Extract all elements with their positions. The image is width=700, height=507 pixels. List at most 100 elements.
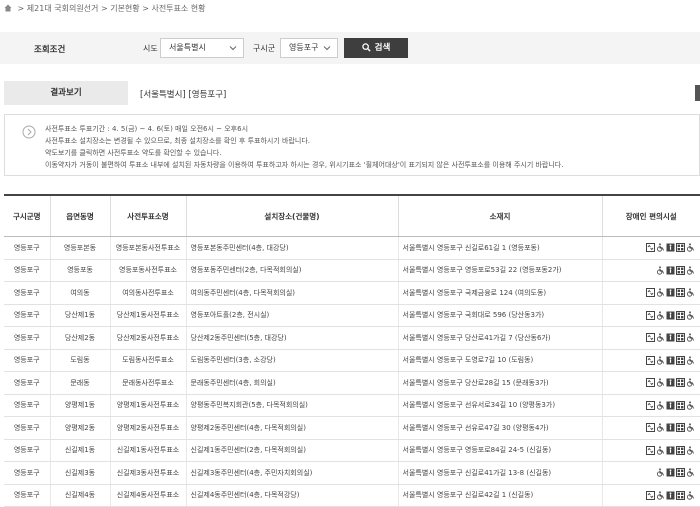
cell-station: 도림동사전투표소	[110, 349, 187, 372]
cell-station: 양평제2동사전투표소	[110, 416, 187, 440]
wheelchair-icon	[686, 423, 695, 432]
cell-address: 서울특별시 영등포구 영등포로53길 22 (영등포동2가)	[398, 259, 603, 282]
elevator-icon	[646, 490, 655, 500]
cell-gusigun: 영등포구	[4, 259, 51, 282]
parking-icon	[676, 265, 685, 275]
cell-facilities	[602, 349, 700, 372]
parking-icon	[676, 288, 685, 298]
wheelchair-icon	[686, 378, 695, 387]
gusigun-select[interactable]: 영등포구	[280, 38, 338, 58]
cell-address: 서울특별시 영등포구 신길로61길 1 (영등포동)	[398, 236, 603, 260]
wheelchair-icon	[686, 266, 695, 275]
search-icon	[361, 43, 371, 52]
table-row: 영등포구 도림동 도림동사전투표소 도림동주민센터(3층, 소강당) 서울특별시 영등포…	[4, 349, 700, 372]
search-button[interactable]: 검색	[344, 38, 408, 58]
cell-facilities	[602, 371, 700, 395]
cell-address: 서울특별시 영등포구 선유로47길 30 (양평동4가)	[398, 416, 603, 440]
cell-address: 서울특별시 영등포구 도영로7길 10 (도림동)	[398, 349, 603, 372]
cell-facilities	[602, 259, 700, 282]
sido-select[interactable]: 서울특별시	[160, 38, 244, 58]
breadcrumb: > 제21대 국회의원선거 > 기본현황 > 사전투표소 현황	[4, 3, 206, 14]
wheelchair-icon	[656, 401, 665, 410]
notice-box: 사전투표소 투표기간 : 4. 5(금) ~ 4. 6(토) 매일 오전6시 ~…	[4, 114, 700, 176]
cell-gusigun: 영등포구	[4, 461, 51, 485]
cell-place: 신길제1동주민센터(2층, 다목적회의실)	[186, 439, 399, 462]
cell-facilities	[602, 439, 700, 462]
cell-dong: 여의동	[50, 281, 111, 305]
elevator-icon	[646, 378, 655, 388]
col-header-dong: 읍면동명	[50, 194, 111, 237]
accessible-icon	[666, 401, 675, 410]
wheelchair-icon	[656, 491, 665, 500]
breadcrumb-item-status[interactable]: 기본현황	[110, 4, 139, 13]
info-icon	[22, 125, 36, 139]
accessible-icon	[666, 378, 675, 387]
wheelchair-icon	[656, 266, 665, 275]
result-header: 결과보기	[4, 81, 128, 105]
gusigun-label: 구시군	[253, 44, 276, 53]
elevator-icon	[646, 445, 655, 455]
elevator-icon	[646, 243, 655, 253]
cell-station: 신길제3동사전투표소	[110, 461, 187, 485]
search-section-label: 조회조건	[34, 45, 66, 55]
cell-place: 신길제3동주민센터(4층, 주민자치회의실)	[186, 461, 399, 485]
cell-address: 서울특별시 영등포구 신길로42길 1 (신길동)	[398, 484, 603, 507]
cell-station: 여의동사전투표소	[110, 281, 187, 305]
cell-dong: 영등포동	[50, 259, 111, 282]
parking-icon	[676, 310, 685, 320]
cell-place: 여의동주민센터(4층, 다목적회의실)	[186, 281, 399, 305]
breadcrumb-item-election[interactable]: 제21대 국회의원선거	[27, 4, 99, 13]
col-header-place: 설치장소(건물명)	[186, 194, 399, 237]
sido-label: 시도	[143, 44, 158, 53]
parking-icon	[676, 490, 685, 500]
notice-line-2: 사전투표소 설치장소는 변경될 수 있으므로, 최종 설치장소를 확인 후 투표…	[45, 137, 310, 145]
elevator-icon	[646, 310, 655, 320]
cell-facilities	[602, 394, 700, 417]
wheelchair-icon	[686, 446, 695, 455]
cell-facilities	[602, 461, 700, 485]
elevator-icon	[646, 288, 655, 298]
wheelchair-icon	[656, 423, 665, 432]
cell-place: 영등포아트홀(2층, 전시실)	[186, 304, 399, 327]
cell-station: 영등포동사전투표소	[110, 259, 187, 282]
cell-dong: 신길제1동	[50, 439, 111, 462]
col-header-address: 소재지	[398, 194, 603, 237]
accessible-icon	[666, 288, 675, 297]
cell-gusigun: 영등포구	[4, 394, 51, 417]
cell-dong: 당산제2동	[50, 326, 111, 350]
table-row: 영등포구 당산제2동 당산제2동사전투표소 당산제2동주민센터(5층, 대강당) 서울특…	[4, 326, 700, 350]
wheelchair-icon	[656, 288, 665, 297]
result-bar: 결과보기 [서울특별시] [영등포구]	[0, 81, 700, 105]
cell-place: 영등포본동주민센터(4층, 대강당)	[186, 236, 399, 260]
cell-address: 서울특별시 영등포구 국제금융로 124 (여의도동)	[398, 281, 603, 305]
table-row: 영등포구 신길제4동 신길제4동사전투표소 신길제4동주민센터(4층, 다목적강당) 서…	[4, 484, 700, 507]
cell-gusigun: 영등포구	[4, 349, 51, 372]
accessible-icon	[666, 243, 675, 252]
wheelchair-icon	[686, 401, 695, 410]
home-icon[interactable]	[4, 4, 12, 12]
notice-line-3: 약도보기를 클릭하면 사전투표소 약도를 확인할 수 있습니다.	[45, 149, 222, 157]
cell-address: 서울특별시 영등포구 당산로28길 15 (문래동3가)	[398, 371, 603, 395]
cell-station: 양평제1동사전투표소	[110, 394, 187, 417]
cell-dong: 당산제1동	[50, 304, 111, 327]
accessible-icon	[666, 446, 675, 455]
result-bar-marker	[695, 85, 700, 101]
polling-station-table: 구시군명 읍면동명 사전투표소명 설치장소(건물명) 소재지 장애인 편의시설 …	[4, 194, 700, 507]
cell-facilities	[602, 236, 700, 260]
accessible-icon	[666, 266, 675, 275]
cell-address: 서울특별시 영등포구 국회대로 596 (당산동3가)	[398, 304, 603, 327]
wheelchair-icon	[686, 288, 695, 297]
table-row: 영등포구 양평제1동 양평제1동사전투표소 양평동주민복지회관(5층, 다목적회의실)…	[4, 394, 700, 417]
breadcrumb-sep: >	[142, 4, 149, 13]
cell-dong: 도림동	[50, 349, 111, 372]
wheelchair-icon	[686, 356, 695, 365]
breadcrumb-item-current: 사전투표소 현황	[151, 4, 206, 13]
table-row: 영등포구 영등포본동 영등포본동사전투표소 영등포본동주민센터(4층, 대강당) 서울특…	[4, 236, 700, 260]
wheelchair-icon	[686, 468, 695, 477]
wheelchair-icon	[686, 311, 695, 320]
cell-dong: 신길제3동	[50, 461, 111, 485]
gusigun-select-value: 영등포구	[289, 43, 319, 52]
elevator-icon	[646, 400, 655, 410]
table-row: 영등포구 양평제2동 양평제2동사전투표소 양평제2동주민센터(4층, 다목적회의실)…	[4, 416, 700, 440]
cell-dong: 양평제2동	[50, 416, 111, 440]
